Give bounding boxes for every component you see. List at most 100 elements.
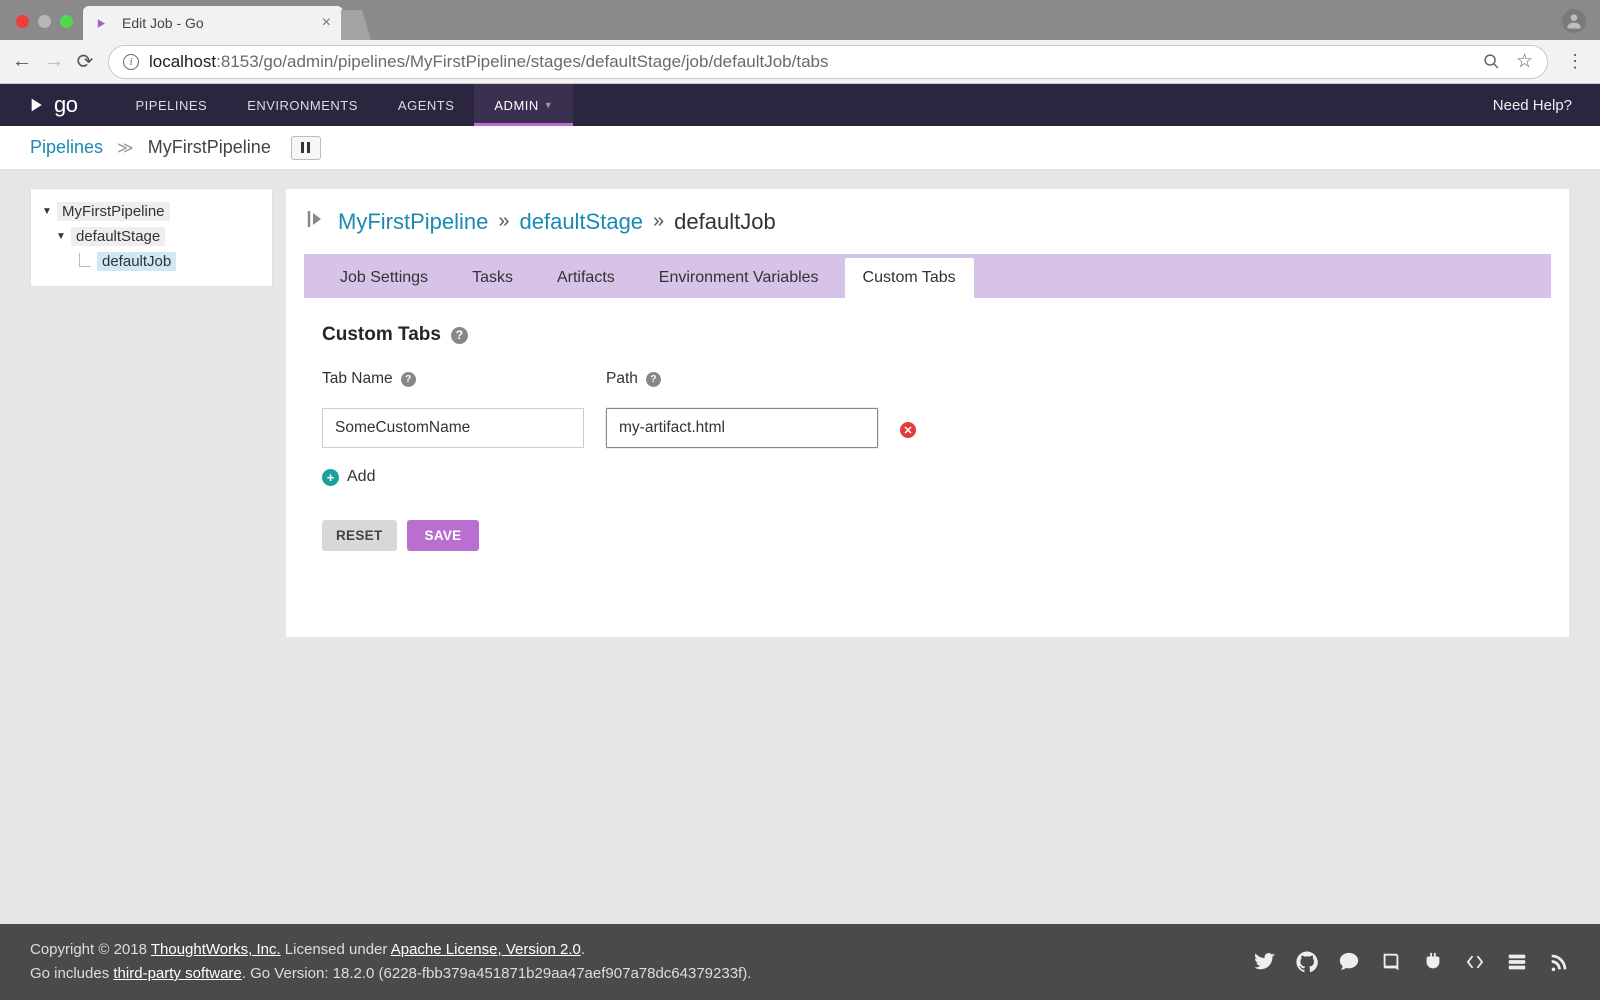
- need-help-link[interactable]: Need Help?: [1465, 84, 1600, 126]
- footer: Copyright © 2018 ThoughtWorks, Inc. Lice…: [0, 924, 1600, 1000]
- col-tab-name: Tab Name ?: [322, 370, 584, 448]
- footer-text-seg: Go includes: [30, 965, 113, 982]
- label-path-text: Path: [606, 370, 638, 388]
- bookmark-star-icon[interactable]: ☆: [1516, 50, 1533, 73]
- add-row-button[interactable]: + Add: [322, 468, 1533, 486]
- save-button[interactable]: SAVE: [407, 520, 480, 551]
- footer-text-seg: .: [581, 941, 585, 958]
- minimize-window-button[interactable]: [38, 15, 51, 28]
- nav-admin-label: ADMIN: [494, 98, 538, 113]
- app-header: go PIPELINES ENVIRONMENTS AGENTS ADMIN ▼…: [0, 84, 1600, 126]
- tab-strip: Edit Job - Go ×: [0, 0, 1600, 40]
- nav-admin[interactable]: ADMIN ▼: [474, 84, 573, 126]
- address-bar[interactable]: i localhost:8153/go/admin/pipelines/MyFi…: [108, 45, 1548, 79]
- close-tab-icon[interactable]: ×: [322, 14, 331, 32]
- footer-icons: [1254, 951, 1570, 973]
- tree-stage-node[interactable]: ▼ defaultStage: [37, 224, 266, 249]
- app-logo-text: go: [54, 92, 77, 118]
- row-actions: ✕: [900, 370, 916, 448]
- footer-text: Copyright © 2018 ThoughtWorks, Inc. Lice…: [30, 938, 751, 986]
- browser-toolbar: ← → ⟳ i localhost:8153/go/admin/pipeline…: [0, 40, 1600, 84]
- crumb-job-current: defaultJob: [674, 209, 776, 235]
- custom-tabs-form: Tab Name ? Path ? ✕: [322, 370, 1533, 448]
- help-icon[interactable]: ?: [451, 327, 468, 344]
- tab-tasks[interactable]: Tasks: [454, 258, 531, 298]
- twitter-icon[interactable]: [1254, 951, 1276, 973]
- zoom-icon[interactable]: [1483, 53, 1500, 70]
- inactive-tab-stub[interactable]: [341, 10, 371, 40]
- url-text: localhost:8153/go/admin/pipelines/MyFirs…: [149, 52, 829, 72]
- tab-env-vars[interactable]: Environment Variables: [641, 258, 837, 298]
- col-path: Path ?: [606, 370, 878, 448]
- browser-menu-icon[interactable]: ⋮: [1562, 51, 1588, 72]
- tree-job-node[interactable]: defaultJob: [37, 249, 266, 274]
- footer-link-thoughtworks[interactable]: ThoughtWorks, Inc.: [151, 941, 281, 958]
- footer-link-thirdparty[interactable]: third-party software: [113, 965, 241, 982]
- api-icon[interactable]: [1464, 951, 1486, 973]
- tab-name-input[interactable]: [322, 408, 584, 448]
- nav-environments[interactable]: ENVIRONMENTS: [227, 84, 378, 126]
- pause-pipeline-button[interactable]: [291, 136, 321, 160]
- nav-pipelines[interactable]: PIPELINES: [115, 84, 227, 126]
- book-icon[interactable]: [1380, 951, 1402, 973]
- crumb-sep: »: [498, 210, 509, 233]
- forward-button[interactable]: →: [44, 50, 62, 73]
- window-controls: [8, 15, 83, 40]
- label-tab-name: Tab Name ?: [322, 370, 584, 388]
- app-nav: PIPELINES ENVIRONMENTS AGENTS ADMIN ▼: [115, 84, 573, 126]
- back-button[interactable]: ←: [12, 50, 30, 73]
- footer-version: . Go Version: 18.2.0 (6228-fbb379a451871…: [242, 965, 752, 982]
- delete-row-button[interactable]: ✕: [900, 422, 916, 438]
- browser-chrome: Edit Job - Go × ← → ⟳ i localhost:8153/g…: [0, 0, 1600, 84]
- footer-link-license[interactable]: Apache License, Version 2.0: [391, 941, 581, 958]
- path-input[interactable]: [606, 408, 878, 448]
- tree-job-label: defaultJob: [97, 252, 176, 271]
- github-icon[interactable]: [1296, 951, 1318, 973]
- tree-pipeline-node[interactable]: ▼ MyFirstPipeline: [37, 199, 266, 224]
- pipeline-breadcrumb: MyFirstPipeline » defaultStage » default…: [286, 207, 1569, 254]
- rss-icon[interactable]: [1548, 951, 1570, 973]
- site-info-icon[interactable]: i: [123, 54, 139, 70]
- tab-job-settings[interactable]: Job Settings: [322, 258, 446, 298]
- crumb-pipeline-link[interactable]: MyFirstPipeline: [338, 209, 488, 235]
- breadcrumb-current: MyFirstPipeline: [148, 137, 271, 158]
- form-buttons: RESET SAVE: [322, 520, 1533, 551]
- chevron-down-icon: ▼: [544, 100, 553, 110]
- browser-tab-title: Edit Job - Go: [122, 15, 312, 31]
- server-icon[interactable]: [1506, 951, 1528, 973]
- reload-button[interactable]: ⟳: [76, 49, 94, 74]
- reset-button[interactable]: RESET: [322, 520, 397, 551]
- job-tabs: Job Settings Tasks Artifacts Environment…: [304, 254, 1551, 298]
- workspace: ▼ MyFirstPipeline ▼ defaultStage default…: [0, 170, 1600, 656]
- add-row-label: Add: [347, 468, 375, 486]
- breadcrumb-root[interactable]: Pipelines: [30, 137, 103, 158]
- app-logo[interactable]: go: [28, 84, 77, 126]
- pause-icon: [301, 142, 310, 153]
- label-path: Path ?: [606, 370, 878, 388]
- chat-icon[interactable]: [1338, 951, 1360, 973]
- browser-profile-icon[interactable]: [1562, 9, 1586, 33]
- close-window-button[interactable]: [16, 15, 29, 28]
- tree-connector-icon: [79, 253, 91, 267]
- section-title-text: Custom Tabs: [322, 324, 441, 346]
- section-title: Custom Tabs ?: [322, 324, 1533, 346]
- plugin-icon[interactable]: [1422, 951, 1444, 973]
- footer-text-seg: Licensed under: [281, 941, 391, 958]
- breadcrumb-bar: Pipelines ≫ MyFirstPipeline: [0, 126, 1600, 170]
- tab-artifacts[interactable]: Artifacts: [539, 258, 633, 298]
- browser-tab[interactable]: Edit Job - Go ×: [83, 6, 343, 40]
- help-icon[interactable]: ?: [401, 372, 416, 387]
- maximize-window-button[interactable]: [60, 15, 73, 28]
- crumb-stage-link[interactable]: defaultStage: [520, 209, 644, 235]
- url-host: localhost: [149, 52, 216, 71]
- help-icon[interactable]: ?: [646, 372, 661, 387]
- tab-custom-tabs[interactable]: Custom Tabs: [845, 258, 974, 298]
- address-bar-right: ☆: [1483, 50, 1533, 73]
- custom-tabs-content: Custom Tabs ? Tab Name ? Path ?: [286, 298, 1569, 551]
- nav-agents[interactable]: AGENTS: [378, 84, 474, 126]
- url-path: :8153/go/admin/pipelines/MyFirstPipeline…: [216, 52, 828, 71]
- crumb-sep: »: [653, 210, 664, 233]
- pipeline-tree: ▼ MyFirstPipeline ▼ defaultStage default…: [30, 188, 273, 287]
- footer-copyright: Copyright © 2018: [30, 941, 151, 958]
- tree-pipeline-label: MyFirstPipeline: [57, 202, 170, 221]
